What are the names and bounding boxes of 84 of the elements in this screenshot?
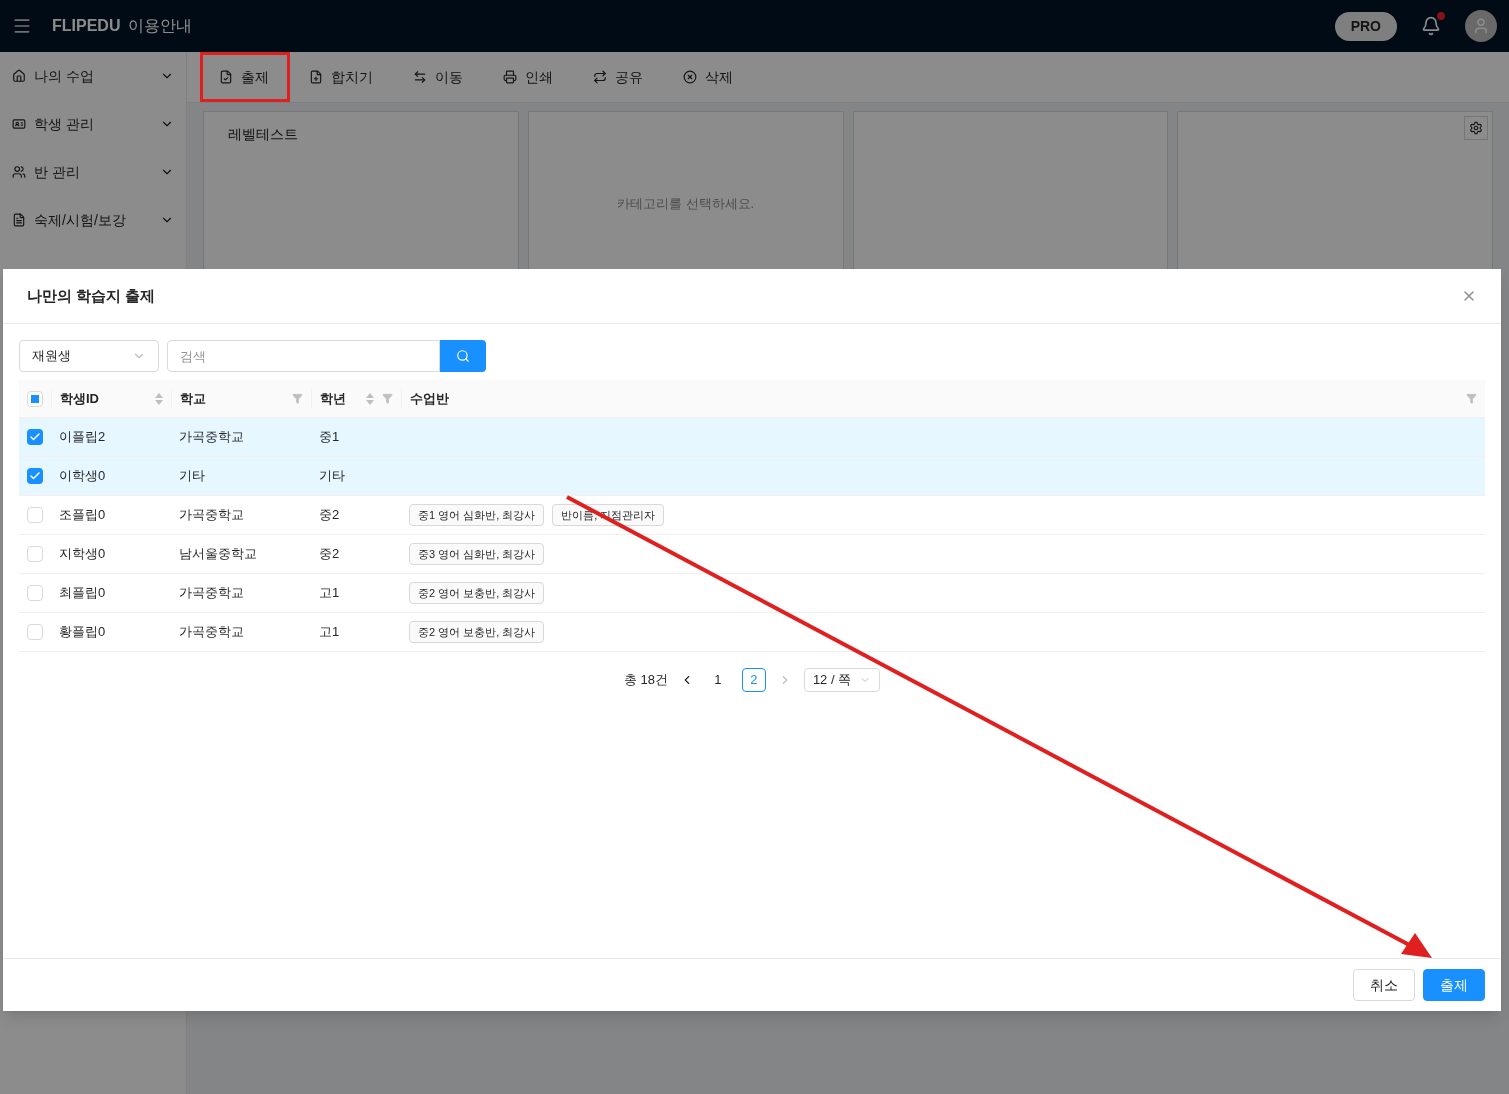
cancel-button[interactable]: 취소 xyxy=(1353,969,1415,1001)
table-cell: 남서울중학교 xyxy=(179,546,257,562)
empty-message: 카테고리를 선택하세요. xyxy=(616,195,756,213)
class-tag: 중3 영어 심화반, 최강사 xyxy=(409,542,545,566)
filter-icon[interactable] xyxy=(292,393,303,404)
check-icon xyxy=(29,431,41,443)
table-cell: 기타 xyxy=(179,468,205,484)
toolbar-button[interactable]: 공유 xyxy=(577,59,659,95)
sort-icon[interactable] xyxy=(366,392,374,405)
card-icon xyxy=(12,117,26,131)
settings-button[interactable] xyxy=(1464,116,1488,140)
group-icon xyxy=(12,165,26,179)
table-cell: 가곡중학교 xyxy=(179,507,244,523)
table-cell: 고1 xyxy=(319,585,340,601)
column-header[interactable]: 학교 xyxy=(171,388,311,409)
column-header[interactable]: 수업반 xyxy=(401,388,1485,409)
table-cell: 지학생0 xyxy=(59,546,106,562)
checkbox[interactable] xyxy=(27,429,43,445)
settings-icon xyxy=(1469,121,1483,135)
logo[interactable]: FLIPEDU xyxy=(52,14,121,38)
person-icon xyxy=(1472,17,1490,35)
checkbox[interactable] xyxy=(27,507,43,523)
plan-badge[interactable]: PRO xyxy=(1334,11,1397,41)
search-button[interactable] xyxy=(440,340,486,372)
sidebar-item[interactable]: 반 관리 xyxy=(0,148,186,196)
table-cell: 중2 xyxy=(319,507,340,523)
checkbox[interactable] xyxy=(27,390,43,407)
toolbar-button[interactable]: 이동 xyxy=(397,59,479,95)
checkbox[interactable] xyxy=(27,624,43,640)
total-count: 총 18건 xyxy=(623,671,668,690)
table-cell: 이학생0 xyxy=(59,468,106,484)
home-icon xyxy=(12,69,26,83)
table-cell: 가곡중학교 xyxy=(179,585,244,601)
sidebar-item[interactable]: 나의 수업 xyxy=(0,52,186,100)
table-cell: 가곡중학교 xyxy=(179,429,244,445)
toolbar-button[interactable]: 합치기 xyxy=(293,59,389,95)
checkbox[interactable] xyxy=(27,468,43,484)
table-cell: 중2 xyxy=(319,546,340,562)
merge-icon xyxy=(309,70,323,84)
toolbar-button[interactable]: 삭제 xyxy=(667,59,749,95)
toolbar-button[interactable]: 인쇄 xyxy=(487,59,569,95)
checkbox[interactable] xyxy=(27,546,43,562)
check-icon xyxy=(29,470,41,482)
checkbox[interactable] xyxy=(27,585,43,601)
move-icon xyxy=(413,70,427,84)
table-row[interactable]: 이플립2 가곡중학교 중1 xyxy=(19,418,1485,457)
file-icon xyxy=(12,213,26,227)
table-cell: 황플립0 xyxy=(59,624,106,640)
page-button[interactable]: 1 xyxy=(705,668,730,692)
table-cell: 가곡중학교 xyxy=(179,624,244,640)
filter-icon[interactable] xyxy=(382,393,393,404)
sidebar-item[interactable]: 학생 관리 xyxy=(0,100,186,148)
table-cell: 중1 xyxy=(319,429,340,445)
class-tag: 중2 영어 보충반, 최강사 xyxy=(409,581,545,605)
notification-icon[interactable] xyxy=(1421,16,1441,36)
guide-link[interactable]: 이용안내 xyxy=(128,14,193,38)
share-icon xyxy=(593,70,607,84)
class-tag: 중2 영어 보충반, 최강사 xyxy=(409,620,545,644)
column-header[interactable]: 학년 xyxy=(311,388,401,409)
print-icon xyxy=(503,70,517,84)
panel-title: 레벨테스트 xyxy=(228,125,298,144)
table-row[interactable]: 이학생0 기타 기타 xyxy=(19,457,1485,496)
sort-icon[interactable] xyxy=(155,392,163,405)
avatar[interactable] xyxy=(1465,10,1497,42)
page-button[interactable]: 2 xyxy=(741,668,766,692)
column-header[interactable]: 학생ID xyxy=(51,388,171,409)
page-size-select[interactable]: 12 / 쪽 xyxy=(803,668,881,692)
table-cell: 최플립0 xyxy=(59,585,106,601)
status-select[interactable]: 재원생 xyxy=(19,340,159,372)
assign-icon xyxy=(219,70,233,84)
filter-icon[interactable] xyxy=(1466,393,1477,404)
submit-button[interactable]: 출제 xyxy=(1423,969,1485,1001)
table-cell: 조플립0 xyxy=(59,507,106,523)
toolbar-button[interactable]: 출제 xyxy=(203,59,285,95)
search-icon xyxy=(456,349,470,363)
class-tag: 중1 영어 심화반, 최강사 xyxy=(409,503,545,527)
delete-icon xyxy=(683,70,697,84)
dialog-title: 나만의 학습지 출제 xyxy=(27,285,157,306)
table-cell: 고1 xyxy=(319,624,340,640)
table-cell: 이플립2 xyxy=(59,429,106,445)
table-cell: 기타 xyxy=(319,468,345,484)
menu-icon[interactable] xyxy=(12,16,32,36)
sidebar-item[interactable]: 숙제/시험/보강 xyxy=(0,196,186,244)
search-field[interactable]: 검색 xyxy=(167,340,440,372)
